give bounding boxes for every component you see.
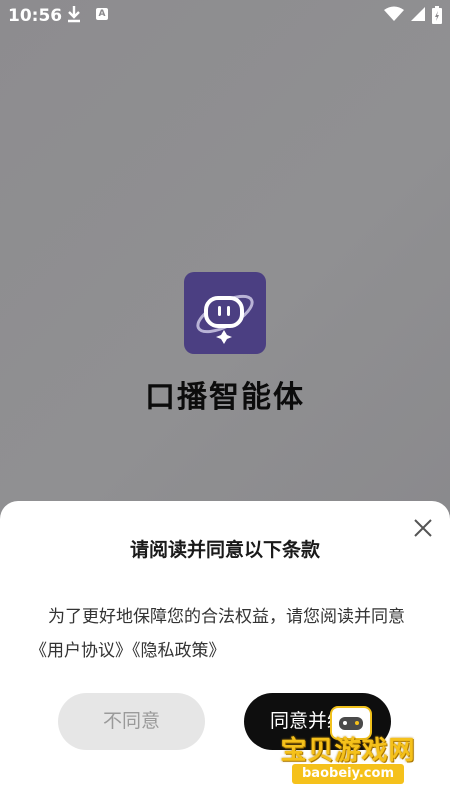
signal-icon bbox=[410, 6, 426, 27]
dialog-title: 请阅读并同意以下条款 bbox=[129, 539, 320, 561]
disagree-button[interactable]: 不同意 bbox=[58, 693, 205, 750]
notification-a-icon: A bbox=[96, 8, 108, 20]
wifi-icon bbox=[384, 6, 404, 27]
status-time: 10:56 bbox=[8, 6, 63, 26]
app-name: 口播智能体 bbox=[145, 380, 305, 415]
robot-icon bbox=[196, 294, 254, 344]
watermark-text: 宝贝游戏网 bbox=[280, 736, 416, 766]
app-logo bbox=[184, 272, 266, 354]
battery-icon bbox=[432, 6, 442, 29]
status-bar: 10:56 A bbox=[0, 0, 450, 32]
user-agreement-link[interactable]: 《用户协议》 bbox=[30, 641, 132, 661]
dialog-body: 为了更好地保障您的合法权益，请您阅读并同意 《用户协议》《隐私政策》 bbox=[30, 600, 430, 668]
download-icon bbox=[66, 4, 82, 29]
privacy-policy-link[interactable]: 《隐私政策》 bbox=[132, 641, 226, 661]
site-watermark: 宝贝游戏网 baobeiy.com bbox=[278, 706, 418, 786]
dialog-body-text: 为了更好地保障您的合法权益，请您阅读并同意 bbox=[48, 607, 405, 627]
watermark-url: baobeiy.com bbox=[292, 764, 404, 784]
